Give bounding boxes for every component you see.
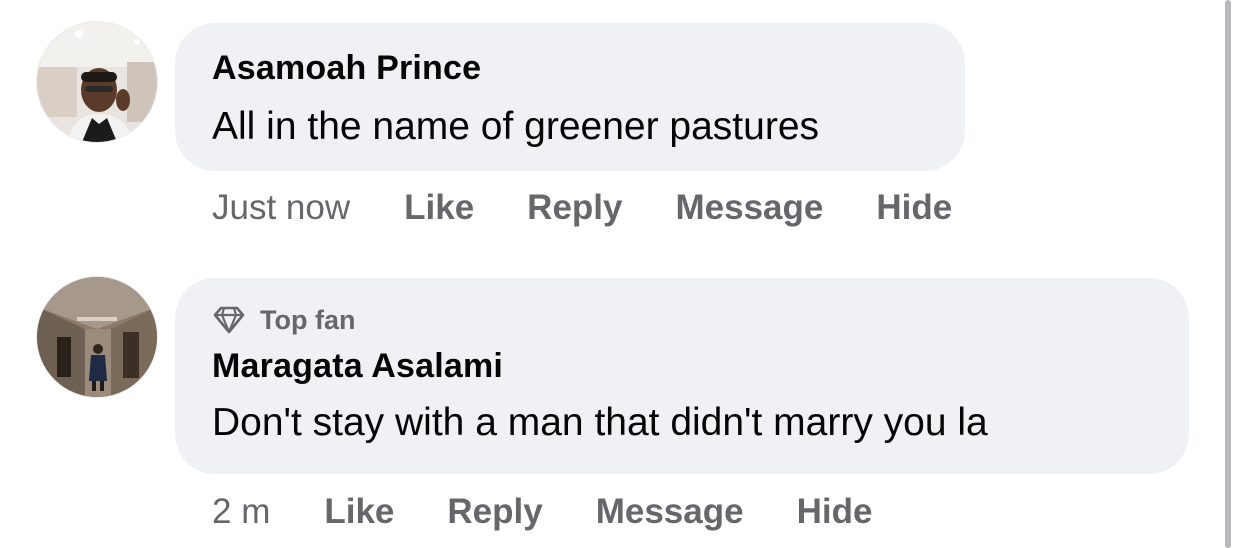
- comment-text: All in the name of greener pastures: [212, 105, 820, 148]
- reply-button[interactable]: Reply: [527, 188, 622, 228]
- diamond-icon: [212, 305, 246, 335]
- avatar[interactable]: [37, 277, 157, 397]
- avatar[interactable]: [37, 22, 157, 142]
- comment-actions: 2 m Like Reply Message Hide: [212, 492, 925, 532]
- comment-author[interactable]: Asamoah Prince: [212, 48, 928, 88]
- message-button[interactable]: Message: [675, 188, 823, 228]
- top-fan-badge: Top fan: [212, 304, 1152, 336]
- comment-timestamp[interactable]: 2 m: [212, 492, 270, 532]
- hide-button[interactable]: Hide: [876, 188, 952, 228]
- hide-button[interactable]: Hide: [797, 492, 873, 532]
- comment-text: Don't stay with a man that didn't marry …: [212, 401, 988, 444]
- like-button[interactable]: Like: [324, 492, 394, 532]
- avatar-photo: [37, 277, 157, 397]
- comment-bubble: Asamoah Prince All in the name of greene…: [175, 23, 965, 171]
- avatar-photo: [37, 22, 157, 142]
- comments-panel: Asamoah Prince All in the name of greene…: [0, 0, 1242, 548]
- like-button[interactable]: Like: [404, 188, 474, 228]
- comment-item: Top fan Maragata Asalami Don't stay with…: [0, 250, 1200, 548]
- comment-item: Asamoah Prince All in the name of greene…: [0, 0, 1200, 250]
- comment-timestamp[interactable]: Just now: [212, 188, 350, 228]
- scrollbar[interactable]: [1225, 0, 1231, 548]
- reply-button[interactable]: Reply: [447, 492, 542, 532]
- comment-bubble: Top fan Maragata Asalami Don't stay with…: [175, 278, 1189, 474]
- badge-label: Top fan: [260, 305, 356, 335]
- message-button[interactable]: Message: [596, 492, 744, 532]
- comment-actions: Just now Like Reply Message Hide: [212, 188, 1005, 228]
- comment-author[interactable]: Maragata Asalami: [212, 346, 1152, 386]
